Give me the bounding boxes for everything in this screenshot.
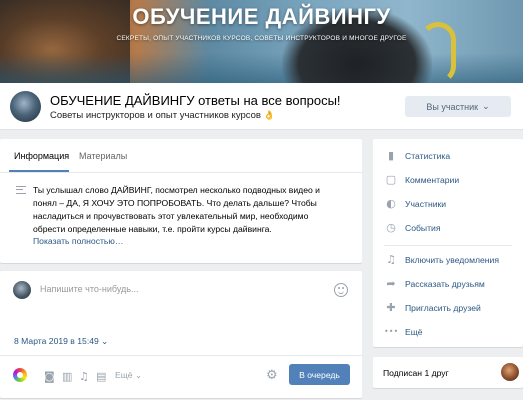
menu-item-comments[interactable]: ▢ Комментарии xyxy=(373,169,523,193)
show-more-link[interactable]: Показать полностью… xyxy=(33,236,123,246)
tab-info[interactable]: Информация xyxy=(14,151,69,161)
menu-item-label: Включить уведомления xyxy=(405,255,499,265)
group-cover: ОБУЧЕНИЕ ДАЙВИНГУ СЕКРЕТЫ, ОПЫТ УЧАСТНИК… xyxy=(0,0,523,83)
cover-hose-image xyxy=(420,22,456,83)
more-tools-label: Ещё xyxy=(115,370,133,380)
cover-title: ОБУЧЕНИЕ ДАЙВИНГУ xyxy=(132,4,391,29)
post-input[interactable]: Напишите что-нибудь... xyxy=(40,284,139,294)
events-icon: ◷ xyxy=(386,221,396,234)
group-actions-menu: ▮ Статистика ▢ Комментарии ◐ Участники ◷… xyxy=(373,139,523,347)
post-composer: Напишите что-нибудь... 8 Марта 2019 в 15… xyxy=(0,271,362,398)
menu-item-statistics[interactable]: ▮ Статистика xyxy=(373,145,523,169)
chevron-down-icon: ⌄ xyxy=(482,101,490,111)
video-icon[interactable]: ▥ xyxy=(62,370,72,383)
info-tabs: Информация Материалы xyxy=(0,139,362,173)
menu-item-events[interactable]: ◷ События xyxy=(373,217,523,241)
ok-hand-icon: 👌 xyxy=(263,110,275,120)
share-icon: ➦ xyxy=(386,277,396,290)
text-lines-icon xyxy=(16,186,26,194)
gear-icon[interactable]: ⚙ xyxy=(266,368,278,383)
friends-subscribed-label: Подписан 1 друг xyxy=(383,368,449,378)
group-avatar[interactable] xyxy=(10,91,41,122)
music-icon[interactable]: ♫ xyxy=(79,370,89,383)
active-tab-indicator xyxy=(9,170,69,172)
menu-item-label: Пригласить друзей xyxy=(405,303,481,313)
friends-subscribed-card[interactable]: Подписан 1 друг xyxy=(373,357,523,388)
group-name: ОБУЧЕНИЕ ДАЙВИНГУ ответы на все вопросы! xyxy=(50,93,341,108)
group-status-text: Советы инструкторов и опыт участников ку… xyxy=(50,110,261,121)
menu-item-more[interactable]: ••• Ещё xyxy=(373,321,523,345)
bell-icon: ♫ xyxy=(386,253,396,266)
menu-item-label: Участники xyxy=(405,199,447,209)
group-description: Ты услышал слово ДАЙВИНГ, посмотрел неск… xyxy=(33,185,320,234)
divider xyxy=(384,245,512,246)
menu-item-share[interactable]: ➦ Рассказать друзьям xyxy=(373,273,523,297)
friend-avatar[interactable] xyxy=(501,363,519,381)
menu-item-notifications[interactable]: ♫ Включить уведомления xyxy=(373,249,523,273)
menu-item-members[interactable]: ◐ Участники xyxy=(373,193,523,217)
palette-icon[interactable] xyxy=(13,368,27,382)
post-date-selector[interactable]: 8 Марта 2019 в 15:49 ⌄ xyxy=(14,336,108,347)
cover-subtitle: СЕКРЕТЫ, ОПЫТ УЧАСТНИКОВ КУРСОВ, СОВЕТЫ … xyxy=(116,35,407,42)
post-toolbar: ◙ ▥ ♫ ▤ Ещё ⌄ ⚙ В очередь xyxy=(0,356,362,396)
user-icon: ◐ xyxy=(386,197,396,210)
tab-materials[interactable]: Материалы xyxy=(79,151,127,161)
group-header: ОБУЧЕНИЕ ДАЙВИНГУ ответы на все вопросы!… xyxy=(0,83,523,130)
menu-item-label: Рассказать друзьям xyxy=(405,279,485,289)
member-button-label: Вы участник xyxy=(426,101,479,112)
menu-item-label: Комментарии xyxy=(405,175,460,185)
group-status: Советы инструкторов и опыт участников ку… xyxy=(50,110,275,121)
more-icon: ••• xyxy=(384,327,399,336)
queue-button[interactable]: В очередь xyxy=(289,364,350,385)
current-user-avatar xyxy=(13,281,31,299)
camera-icon[interactable]: ◙ xyxy=(44,370,55,383)
member-button[interactable]: Вы участник ⌄ xyxy=(405,96,511,117)
document-icon[interactable]: ▤ xyxy=(96,370,106,383)
more-tools-button[interactable]: Ещё ⌄ xyxy=(115,370,142,381)
menu-item-invite[interactable]: ✚ Пригласить друзей xyxy=(373,297,523,321)
invite-icon: ✚ xyxy=(386,301,396,314)
stats-icon: ▮ xyxy=(387,149,395,162)
menu-item-label: События xyxy=(405,223,441,233)
chevron-down-icon: ⌄ xyxy=(101,336,109,346)
emoji-icon[interactable] xyxy=(334,283,348,297)
comment-icon: ▢ xyxy=(385,173,397,186)
menu-item-label: Ещё xyxy=(405,327,423,337)
chevron-down-icon: ⌄ xyxy=(134,370,143,380)
post-date-text: 8 Марта 2019 в 15:49 xyxy=(14,336,99,346)
menu-item-label: Статистика xyxy=(405,151,451,161)
